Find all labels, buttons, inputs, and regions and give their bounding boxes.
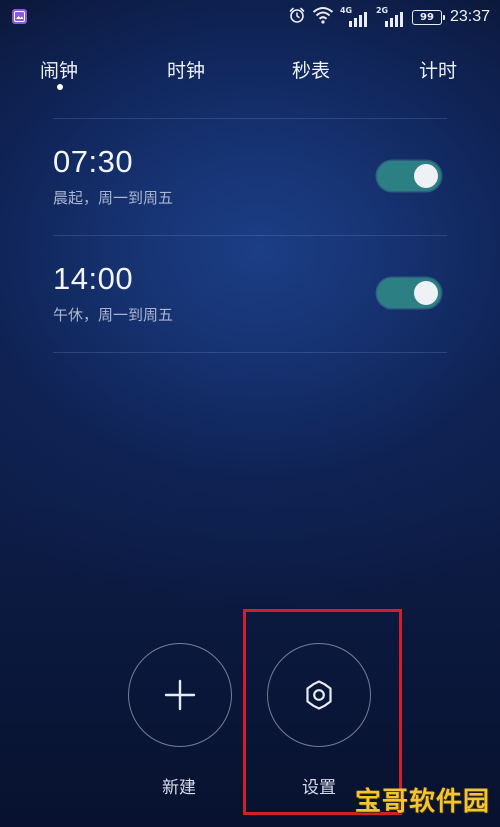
status-time: 23:37 <box>449 8 490 25</box>
clock-app-screen: 4G 2G 99 23:37 闹钟 时钟 秒表 计时 07:30 晨起，周一到周… <box>0 0 500 827</box>
status-bar: 4G 2G 99 23:37 <box>0 0 500 34</box>
tab-stopwatch[interactable]: 秒表 <box>292 56 330 83</box>
alarm-description: 晨起，周一到周五 <box>53 189 174 207</box>
divider <box>53 235 447 236</box>
active-tab-indicator <box>57 84 63 90</box>
alarm-toggle[interactable] <box>377 278 441 308</box>
toggle-knob <box>414 281 438 305</box>
alarm-description: 午休，周一到周五 <box>53 306 174 324</box>
tab-clock[interactable]: 时钟 <box>167 56 205 83</box>
alarm-toggle[interactable] <box>377 161 441 191</box>
signal-4g-icon: 4G <box>340 6 370 27</box>
wifi-icon <box>312 6 334 28</box>
divider <box>53 118 447 119</box>
signal-2g-icon: 2G <box>376 6 406 27</box>
tab-timer[interactable]: 计时 <box>419 56 457 83</box>
gallery-notification-icon <box>12 9 27 24</box>
new-alarm-button[interactable] <box>128 643 232 747</box>
toggle-knob <box>414 164 438 188</box>
battery-icon: 99 <box>411 9 445 25</box>
alarm-time: 14:00 <box>53 261 134 296</box>
new-alarm-label: 新建 <box>162 778 196 798</box>
plus-icon <box>164 679 196 711</box>
alarm-clock-icon <box>288 6 306 28</box>
divider <box>53 352 447 353</box>
watermark-text: 宝哥软件园 <box>355 787 491 817</box>
tab-alarm[interactable]: 闹钟 <box>40 56 78 83</box>
watermark-logo: 宝哥软件园 <box>355 781 495 821</box>
alarm-time: 07:30 <box>53 144 134 179</box>
battery-level: 99 <box>419 11 434 23</box>
